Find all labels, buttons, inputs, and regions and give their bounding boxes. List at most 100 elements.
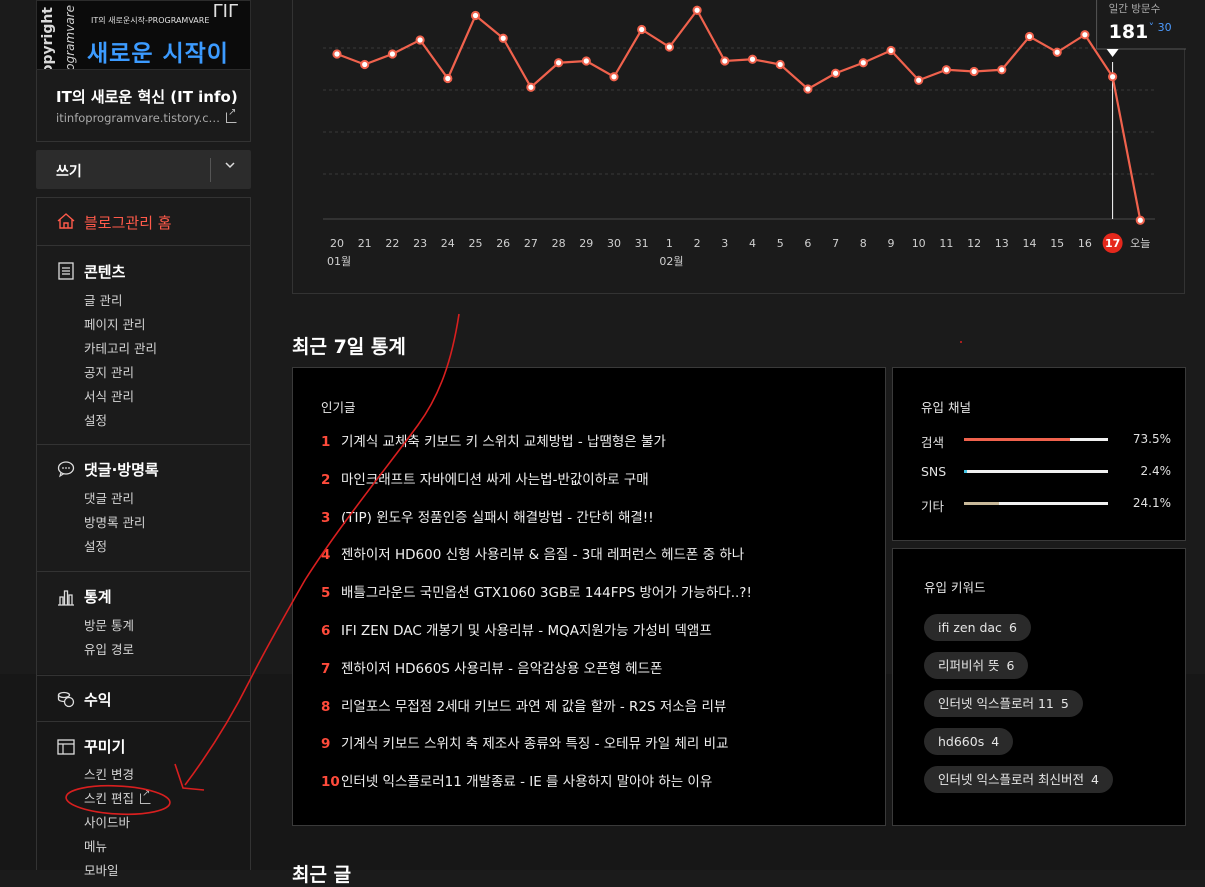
- nav-item-contents-settings[interactable]: 설정: [84, 410, 107, 429]
- nav-item-visit-stats[interactable]: 방문 통계: [84, 615, 134, 634]
- channel-name: 검색: [921, 435, 945, 450]
- keyword-chip[interactable]: 리퍼비쉬 뜻 6: [924, 652, 1029, 679]
- nav-item-menu[interactable]: 메뉴: [84, 836, 107, 855]
- x-tick-label: 21: [358, 237, 372, 250]
- popular-post-item[interactable]: 2 마인크래프트 자바에디션 싸게 사는법-반값이하로 구매: [321, 468, 649, 488]
- data-point: [360, 59, 370, 70]
- x-tick-label: 28: [552, 237, 566, 250]
- popular-post-item[interactable]: 6 IFI ZEN DAC 개봉기 및 사용리뷰 - MQA지원가능 가성비 덱앰…: [321, 619, 712, 639]
- channel-bar-fill: [964, 438, 1070, 441]
- nav-item-template-manage[interactable]: 서식 관리: [84, 386, 134, 405]
- blog-url-link[interactable]: itinfoprogramvare.tistory.c…: [56, 107, 238, 125]
- nav-item-skin-edit[interactable]: 스킨 편집: [84, 788, 151, 807]
- popular-post-item[interactable]: 9 기계식 키보드 스위치 축 제조사 종류와 특징 - 오테뮤 카일 체리 비교: [321, 732, 728, 752]
- write-divider: [210, 158, 211, 182]
- visit-line-chart[interactable]: 20 21 22 23 24 25 26 27 28 29 30 31 1 2 3 4 5 6 7 8 9 10 11 12 1…: [293, 0, 1186, 294]
- nav-section-title[interactable]: 수익: [84, 689, 112, 710]
- popular-post-item[interactable]: 8 리얼포스 무접점 2세대 키보드 과연 제 값을 할까 - R2S 저소음 리…: [321, 695, 726, 715]
- thumb-vertical-text-2: programvare: [63, 5, 77, 70]
- keyword-chip[interactable]: hd660s 4: [924, 728, 1014, 755]
- popular-post-rank: 2: [321, 471, 331, 488]
- thumb-tag: ΓΙΓ: [212, 1, 238, 22]
- chevron-down-icon[interactable]: [224, 159, 236, 174]
- x-tick-label: 20: [330, 237, 344, 250]
- x-tick-label: 5: [777, 237, 784, 250]
- popular-post-item[interactable]: 7 젠하이저 HD660S 사용리뷰 - 음악감상용 오픈형 헤드폰: [321, 657, 662, 677]
- data-point: [720, 56, 730, 66]
- channel-row: SNS 2.4%: [921, 464, 1171, 480]
- x-tick-label: 12: [967, 237, 981, 250]
- popular-post-title: IFI ZEN DAC 개봉기 및 사용리뷰 - MQA지원가능 가성비 덱앰프: [341, 623, 712, 639]
- nav-item-notice-manage[interactable]: 공지 관리: [84, 362, 134, 381]
- keyword-count: 4: [991, 734, 1000, 749]
- data-point: [443, 73, 453, 84]
- admin-nav: 블로그관리 홈 콘텐츠 글 관리 페이지 관리 카테고리 관리 공지 관리 서식…: [36, 197, 251, 878]
- nav-section-title[interactable]: 댓글·방명록: [84, 459, 159, 480]
- nav-section-title[interactable]: 콘텐츠: [84, 261, 125, 282]
- popular-post-item[interactable]: 4 젠하이저 HD600 신형 사용리뷰 & 음질 - 3대 레퍼런스 헤드폰 중…: [321, 543, 744, 563]
- data-point: [775, 59, 785, 70]
- keyword-chip[interactable]: ifi zen dac 6: [924, 614, 1031, 641]
- nav-home[interactable]: 블로그관리 홈: [37, 198, 250, 246]
- keyword-count: 5: [1060, 696, 1069, 711]
- x-tick-label: 3: [721, 237, 728, 250]
- write-bar: 쓰기: [36, 150, 251, 189]
- thumb-vertical-text: copyright: [40, 7, 56, 70]
- nav-item-guestbook-manage[interactable]: 방명록 관리: [84, 512, 145, 531]
- nav-section-design: 꾸미기 스킨 변경 스킨 편집 사이드바 메뉴 모바일: [37, 722, 250, 882]
- data-point: [664, 42, 674, 52]
- popular-post-rank: 10: [321, 774, 340, 791]
- nav-item-page-manage[interactable]: 페이지 관리: [84, 314, 145, 333]
- blog-thumbnail[interactable]: copyright programvare IT의 새로운시작-PROGRAMV…: [36, 0, 251, 70]
- data-point: [1080, 30, 1090, 40]
- blog-name[interactable]: IT의 새로운 혁신 (IT info): [56, 86, 238, 107]
- x-tick-label: 22: [385, 237, 399, 250]
- nav-item-post-manage[interactable]: 글 관리: [84, 290, 122, 309]
- keyword-chip[interactable]: 인터넷 익스플로러 11 5: [924, 690, 1083, 717]
- write-button[interactable]: 쓰기: [56, 161, 82, 181]
- data-point: [387, 49, 398, 59]
- home-icon: [57, 213, 75, 229]
- popular-post-title: 인터넷 익스플로러11 개발종료 - IE 를 사용하지 말아야 하는 이유: [341, 774, 713, 791]
- series-line: [336, 8, 1142, 221]
- x-tick-label: 2: [694, 237, 701, 250]
- x-tick-label: 13: [995, 237, 1009, 250]
- popular-post-item[interactable]: 3 (TIP) 윈도우 정품인증 실패시 해결방법 - 간단히 해결!!: [321, 506, 654, 526]
- data-point: [831, 68, 841, 78]
- nav-item-comments-settings[interactable]: 설정: [84, 536, 107, 555]
- blog-info: IT의 새로운 혁신 (IT info) itinfoprogramvare.t…: [36, 70, 251, 142]
- x-tick-label: 1: [666, 237, 673, 250]
- nav-item-comment-manage[interactable]: 댓글 관리: [84, 488, 134, 507]
- tooltip-pointer: [1106, 49, 1119, 57]
- x-tick-label: 30: [607, 237, 621, 250]
- x-tick-label: 11: [939, 237, 953, 250]
- popular-post-rank: 7: [321, 660, 331, 677]
- nav-item-sidebar[interactable]: 사이드바: [84, 812, 130, 831]
- popular-post-title: 기계식 교체축 키보드 키 스위치 교체방법 - 납땜형은 불가: [341, 434, 666, 450]
- popular-post-item[interactable]: 5 배틀그라운드 국민옵션 GTX1060 3GB로 144FPS 방어가 가능하…: [321, 581, 752, 601]
- nav-section-title[interactable]: 꾸미기: [84, 736, 125, 757]
- data-point: [415, 35, 425, 45]
- channel-percent: 2.4%: [1140, 464, 1172, 478]
- nav-section-title[interactable]: 통계: [84, 586, 112, 607]
- data-point: [858, 58, 868, 68]
- x-tick-label: 10: [912, 237, 926, 250]
- inflow-channel-panel: 유입 채널 검색 73.5% SNS 2.4% 기타 24.1%: [892, 367, 1186, 541]
- channel-name: 기타: [921, 499, 945, 514]
- popular-post-item[interactable]: 10인터넷 익스플로러11 개발종료 - IE 를 사용하지 말아야 하는 이유: [321, 770, 712, 790]
- data-point: [969, 66, 979, 77]
- nav-home-label: 블로그관리 홈: [84, 214, 172, 232]
- layout-icon: [57, 739, 75, 755]
- nav-item-skin-change[interactable]: 스킨 변경: [84, 764, 134, 783]
- keyword-text: 인터넷 익스플로러 11: [938, 696, 1054, 711]
- comment-icon: [57, 461, 75, 478]
- channel-bar-fill: [964, 470, 968, 473]
- popular-post-title: 젠하이저 HD600 신형 사용리뷰 & 음질 - 3대 레퍼런스 헤드폰 중 …: [341, 547, 745, 564]
- thumb-small-text: IT의 새로운시작-PROGRAMVARE: [91, 16, 210, 25]
- nav-item-category-manage[interactable]: 카테고리 관리: [84, 338, 157, 357]
- nav-item-referrer[interactable]: 유입 경로: [84, 639, 134, 658]
- popular-post-title: (TIP) 윈도우 정품인증 실패시 해결방법 - 간단히 해결!!: [341, 509, 654, 526]
- keyword-chip[interactable]: 인터넷 익스플로러 최신버전 4: [924, 766, 1113, 793]
- channel-bar: [964, 470, 1108, 473]
- popular-post-item[interactable]: 1 기계식 교체축 키보드 키 스위치 교체방법 - 납땜형은 불가: [321, 430, 666, 450]
